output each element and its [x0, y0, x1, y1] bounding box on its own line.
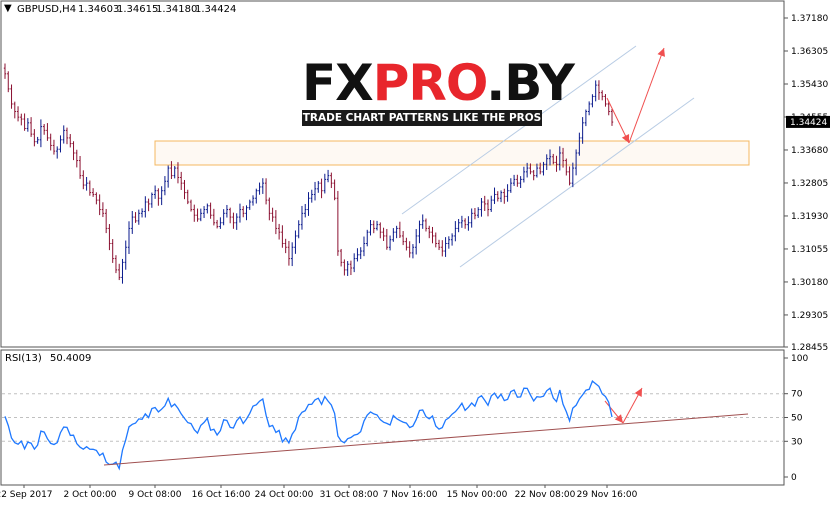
- close-value: 1.34424: [195, 4, 237, 15]
- chart-root: 1.371801.363051.354301.345551.336801.328…: [0, 0, 831, 504]
- price-tick-label: 1.28455: [791, 343, 828, 353]
- rsi-line: [4, 380, 613, 471]
- logo-watermark: FXPRO.BY: [302, 58, 575, 108]
- time-tick-label: 7 Nov 16:00: [383, 490, 438, 500]
- price-tick-label: 1.31930: [791, 212, 828, 222]
- rsi-label: RSI(13): [5, 353, 42, 364]
- time-axis: 22 Sep 2017 2 Oct 00:00 9 Oct 08:00 16 Oct …: [0, 485, 638, 500]
- price-axis: 1.371801.363051.354301.345551.336801.328…: [784, 14, 830, 483]
- price-tick-label: 1.32805: [791, 179, 828, 189]
- time-tick-label: 29 Nov 16:00: [577, 490, 638, 500]
- logo-tagline: TRADE CHART PATTERNS LIKE THE PROS: [302, 110, 542, 126]
- price-tick-label: 1.35430: [791, 80, 828, 90]
- main-panel-frame: [0, 0, 785, 348]
- price-tick-label: 1.37180: [791, 14, 828, 24]
- logo-fx-text: FX: [302, 54, 374, 112]
- price-tick-label: 1.30180: [791, 278, 828, 288]
- rsi-trend-line: [103, 413, 749, 466]
- time-tick-label: 9 Oct 08:00: [129, 490, 182, 500]
- rsi-tick-label: 0: [791, 473, 797, 483]
- rsi-arrow-down-head: [614, 414, 623, 423]
- logo-by-text: .BY: [486, 54, 575, 112]
- time-tick-label: 31 Oct 08:00: [320, 490, 379, 500]
- rsi-value: 50.4009: [50, 353, 92, 364]
- low-value: 1.34180: [156, 4, 198, 15]
- time-tick-label: 24 Oct 00:00: [255, 490, 314, 500]
- price-tick-label: 1.31055: [791, 245, 828, 255]
- rsi-layer: [4, 380, 749, 471]
- time-tick-label: 16 Oct 16:00: [192, 490, 251, 500]
- rsi-tick-label: 70: [791, 390, 803, 400]
- forecast-arrows: [604, 47, 665, 424]
- price-arrow-up-shaft: [628, 47, 665, 144]
- time-tick-label: 22 Nov 08:00: [515, 490, 576, 500]
- high-value: 1.34615: [117, 4, 159, 15]
- time-tick-label: 22 Sep 2017: [0, 490, 53, 500]
- price-tick-label: 1.29305: [791, 311, 828, 321]
- rsi-tick-label: 30: [791, 437, 803, 447]
- rsi-tick-label: 50: [791, 414, 803, 424]
- resistance-zone-rect: [154, 140, 750, 166]
- symbol-dropdown-icon[interactable]: ▼: [4, 3, 12, 14]
- price-tick-label: 1.33680: [791, 146, 828, 156]
- open-value: 1.34603: [78, 4, 120, 15]
- rsi-tick-label: 100: [791, 354, 808, 364]
- time-tick-label: 2 Oct 00:00: [64, 490, 117, 500]
- price-tick-label: 1.36305: [791, 47, 828, 57]
- symbol-label: GBPUSD,H4: [17, 4, 77, 15]
- time-tick-label: 15 Nov 00:00: [447, 490, 508, 500]
- resistance-zone: [154, 140, 750, 166]
- current-price-label: 1.34424: [790, 118, 827, 128]
- logo-pro-text: PRO: [372, 54, 488, 112]
